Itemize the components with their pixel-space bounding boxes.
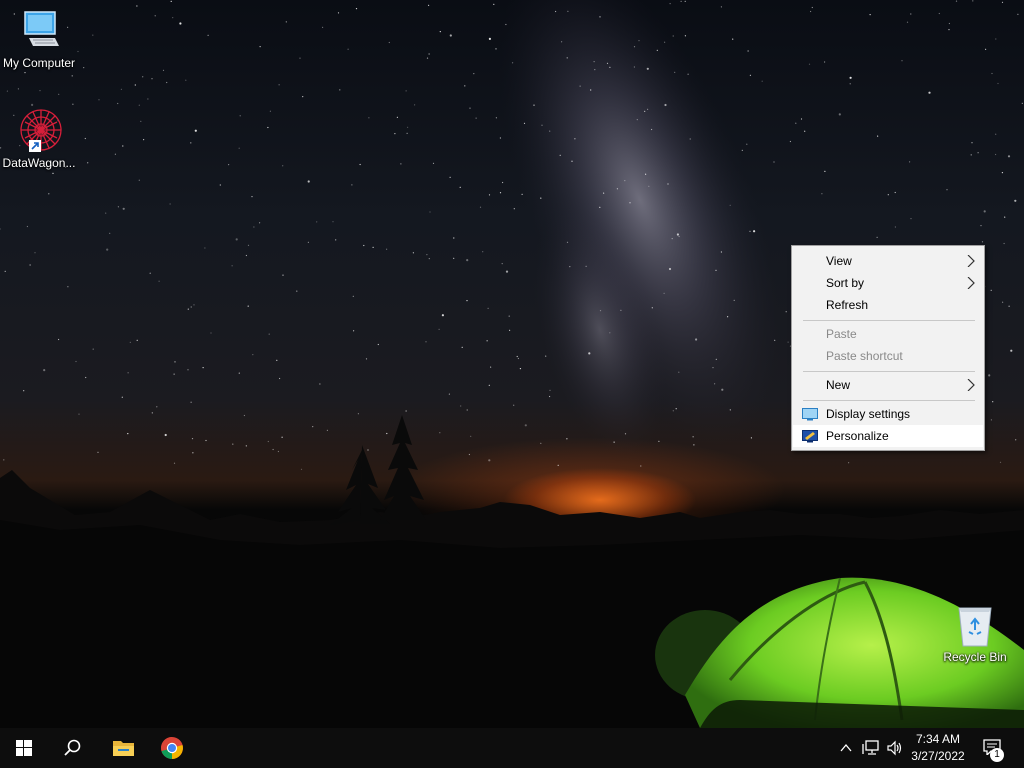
recycle-bin-icon xyxy=(958,607,992,647)
start-button[interactable] xyxy=(0,728,48,768)
computer-icon xyxy=(24,11,59,46)
desktop-icon-recycle-bin[interactable]: Recycle Bin xyxy=(936,602,1014,664)
menu-item-label: Paste xyxy=(826,327,857,341)
menu-item-label: View xyxy=(826,254,852,268)
taskbar: 7:34 AM 3/27/2022 xyxy=(0,728,1024,768)
menu-item-refresh[interactable]: Refresh xyxy=(793,294,983,316)
menu-item-label: New xyxy=(826,378,851,392)
menu-separator xyxy=(803,400,975,401)
clock-date: 3/27/2022 xyxy=(911,749,965,763)
datawagon-shortcut-icon xyxy=(20,109,62,152)
menu-separator xyxy=(803,371,975,372)
folder-icon xyxy=(113,741,134,756)
menu-item-label: Sort by xyxy=(826,276,865,290)
desktop-icon-label: My Computer xyxy=(2,56,76,70)
menu-item-display-settings[interactable]: Display settings xyxy=(793,403,983,425)
menu-item-paste-shortcut[interactable]: Paste shortcut xyxy=(793,345,983,367)
personalize-icon xyxy=(802,430,818,443)
windows-logo-icon xyxy=(16,740,32,756)
menu-item-label: Refresh xyxy=(826,298,869,312)
menu-separator xyxy=(803,320,975,321)
file-explorer-button[interactable] xyxy=(98,728,146,768)
volume-icon[interactable] xyxy=(886,740,904,756)
chevron-right-icon xyxy=(967,379,975,391)
menu-item-label: Paste shortcut xyxy=(826,349,903,363)
chevron-right-icon xyxy=(967,277,975,289)
desktop-icon-label: DataWagon... xyxy=(2,156,76,170)
menu-item-label: Display settings xyxy=(826,407,911,421)
network-icon[interactable] xyxy=(862,740,880,756)
menu-item-new[interactable]: New xyxy=(793,374,983,396)
chrome-button[interactable] xyxy=(148,728,196,768)
desktop-icon-datawagon[interactable]: DataWagon... xyxy=(0,106,78,170)
menu-item-label: Personalize xyxy=(826,429,889,443)
search-button[interactable] xyxy=(48,728,96,768)
notification-count-badge: 1 xyxy=(990,748,1004,762)
menu-item-personalize[interactable]: Personalize xyxy=(793,425,983,447)
chevron-up-icon[interactable] xyxy=(840,742,852,754)
menu-item-sort-by[interactable]: Sort by xyxy=(793,272,983,294)
chevron-right-icon xyxy=(967,255,975,267)
desktop-context-menu: View Sort by Refresh Paste Paste shortcu… xyxy=(791,245,985,451)
desktop-icon-label: Recycle Bin xyxy=(943,650,1007,664)
menu-item-view[interactable]: View xyxy=(793,250,983,272)
display-settings-icon xyxy=(802,408,818,421)
desktop-icon-my-computer[interactable]: My Computer xyxy=(0,8,78,70)
taskbar-clock[interactable]: 7:34 AM 3/27/2022 xyxy=(905,731,971,765)
search-icon xyxy=(64,739,81,756)
menu-item-paste[interactable]: Paste xyxy=(793,323,983,345)
clock-time: 7:34 AM xyxy=(915,732,961,746)
chrome-icon xyxy=(161,737,183,759)
